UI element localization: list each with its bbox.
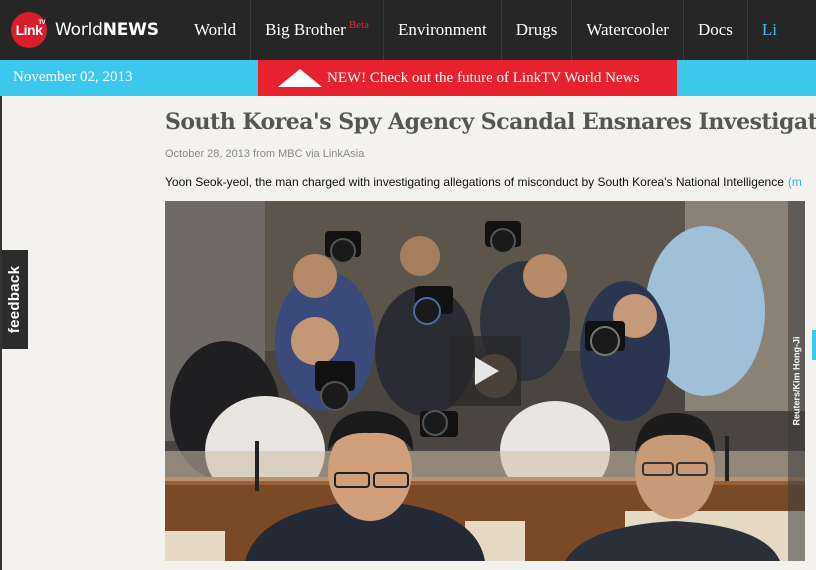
nav-item-overflow[interactable]: Li <box>746 0 791 60</box>
linktv-logo-mark: Link TV <box>11 12 47 48</box>
right-edge-accent <box>812 330 816 360</box>
nav-item-watercooler[interactable]: Watercooler <box>571 0 683 60</box>
nav-label: World <box>194 20 237 39</box>
nav-item-big-brother[interactable]: Big Brother Beta <box>250 0 383 60</box>
promo-text: NEW! Check out the future of LinkTV Worl… <box>327 69 640 86</box>
main-nav: World Big Brother Beta Environment Drugs … <box>180 0 791 60</box>
article-meta: October 28, 2013 from MBC via LinkAsia <box>165 148 365 160</box>
linktv-worldnews-logo[interactable]: Link TV WorldNEWS <box>11 12 159 48</box>
nav-label: Watercooler <box>586 20 669 39</box>
summary-text: Yoon Seok-yeol, the man charged with inv… <box>165 175 784 189</box>
nav-label: Li <box>761 20 778 39</box>
photo-credit: Reuters/Kim Hong-Ji <box>788 201 805 561</box>
nav-item-world[interactable]: World <box>180 0 250 60</box>
nav-item-environment[interactable]: Environment <box>383 0 501 60</box>
nav-label: Big Brother <box>265 20 346 39</box>
logo-world-text: World <box>55 20 103 40</box>
promo-banner[interactable]: NEW! Check out the future of LinkTV Worl… <box>258 60 677 96</box>
logo-wordmark: WorldNEWS <box>55 20 159 40</box>
nav-label: Drugs <box>515 20 558 39</box>
nav-label: Environment <box>398 20 487 39</box>
more-link[interactable]: (m <box>788 175 802 189</box>
triangle-up-icon <box>278 69 322 87</box>
right-gutter <box>805 201 816 570</box>
logo-news-text: NEWS <box>102 20 159 40</box>
nav-item-docs[interactable]: Docs <box>682 0 747 60</box>
logo-tv-text: TV <box>38 20 45 26</box>
article-summary: Yoon Seok-yeol, the man charged with inv… <box>165 175 816 189</box>
date-bar: November 02, 2013 NEW! Check out the fut… <box>0 60 816 96</box>
top-navigation-bar: Link TV WorldNEWS World Big Brother Beta … <box>0 0 816 60</box>
current-date: November 02, 2013 <box>13 69 133 85</box>
photo-credit-text: Reuters/Kim Hong-Ji <box>791 336 802 426</box>
video-play-button[interactable] <box>449 336 521 406</box>
nav-label: Docs <box>697 20 733 39</box>
feedback-label: feedback <box>6 265 24 334</box>
feedback-tab[interactable]: feedback <box>2 250 28 349</box>
play-icon <box>475 357 499 385</box>
beta-badge: Beta <box>348 19 369 31</box>
article-title[interactable]: South Korea's Spy Agency Scandal Ensnare… <box>165 109 816 135</box>
nav-item-drugs[interactable]: Drugs <box>500 0 572 60</box>
